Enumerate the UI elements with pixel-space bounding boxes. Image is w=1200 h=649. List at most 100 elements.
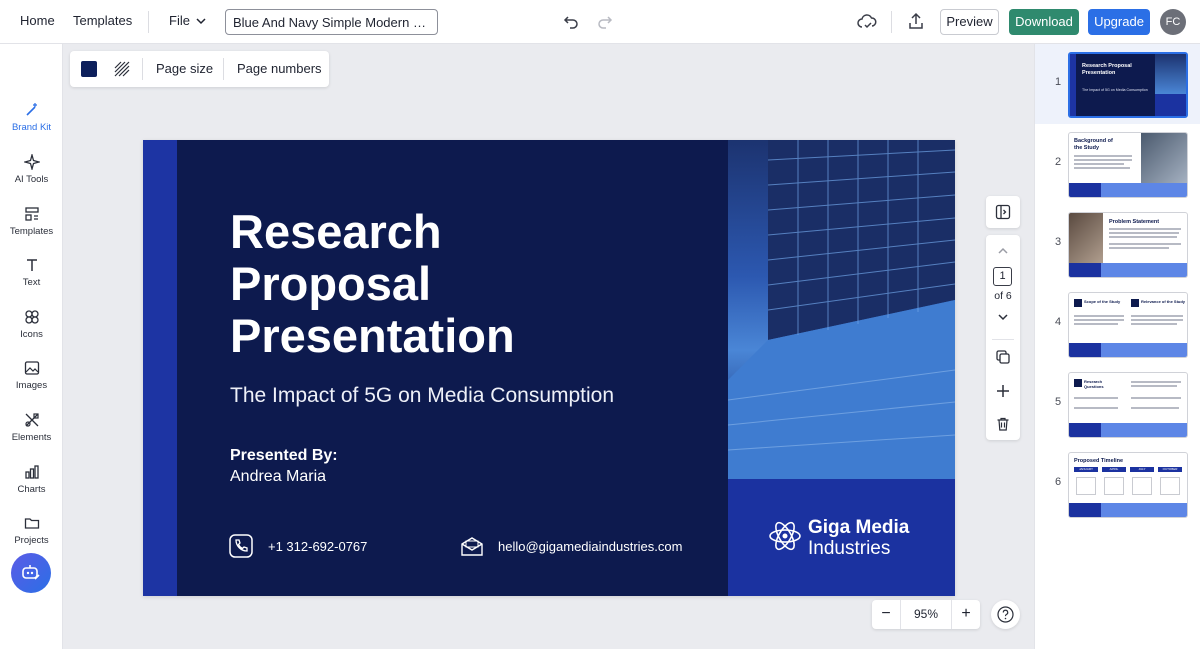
page-toolbar: Page size Page numbers [70, 51, 329, 87]
phone-number[interactable]: +1 312-692-0767 [268, 539, 367, 554]
thumb-text [1074, 163, 1124, 165]
page-thumbnail[interactable]: Research Questions [1068, 372, 1188, 438]
thumb-card [1076, 477, 1096, 495]
thumb-text [1131, 319, 1183, 321]
page-thumbnail-row[interactable]: 6 Proposed Timeline JANUARY APRIL JULY O… [1035, 444, 1200, 524]
thumb-text [1109, 232, 1179, 234]
sidebar-item-images[interactable]: Images [0, 360, 63, 404]
home-link[interactable]: Home [20, 13, 55, 28]
sidebar-item-text[interactable]: Text [0, 257, 63, 301]
sidebar-label: Templates [9, 226, 54, 237]
thumb-stripe [1070, 54, 1076, 116]
title-line: Proposal [230, 257, 432, 310]
page-size-button[interactable]: Page size [156, 61, 213, 76]
upgrade-button[interactable]: Upgrade [1088, 9, 1150, 35]
thumb-card [1132, 477, 1152, 495]
folder-icon [24, 518, 39, 529]
page-thumbnail-row[interactable]: 3 Problem Statement [1035, 204, 1200, 284]
page-numbers-button[interactable]: Page numbers [237, 61, 322, 76]
templates-link[interactable]: Templates [73, 13, 132, 28]
slide-title[interactable]: Research Proposal Presentation [230, 206, 680, 362]
preview-button[interactable]: Preview [940, 9, 999, 35]
zoom-level[interactable]: 95% [901, 600, 951, 629]
sidebar-item-elements[interactable]: Elements [0, 412, 63, 456]
panel-toggle-icon [995, 204, 1011, 220]
sidebar-label: Projects [14, 535, 49, 546]
download-button[interactable]: Download [1009, 9, 1079, 35]
page-thumbnail-row[interactable]: 2 Background of the Study [1035, 124, 1200, 204]
chevron-up-icon[interactable] [997, 246, 1009, 256]
question-icon [997, 606, 1014, 623]
pattern-icon[interactable] [114, 61, 130, 77]
page-thumbnail[interactable]: Research Proposal Presentation The Impac… [1068, 52, 1188, 118]
page-thumbnail[interactable]: Proposed Timeline JANUARY APRIL JULY OCT… [1068, 452, 1188, 518]
sidebar-item-icons[interactable]: Icons [0, 309, 63, 353]
shapes-icon [24, 310, 39, 324]
thumb-subtitle: The Impact of 5G on Media Consumption [1082, 88, 1148, 92]
thumb-title: Background of the Study [1074, 138, 1113, 151]
zoom-out-button[interactable]: − [872, 600, 901, 629]
thumb-card [1160, 477, 1180, 495]
sidebar-label: AI Tools [14, 174, 49, 185]
background-color-swatch[interactable] [81, 61, 97, 77]
divider [891, 11, 892, 33]
current-page-input[interactable]: 1 [993, 267, 1012, 286]
presented-by-label[interactable]: Presented By: [230, 447, 338, 465]
page-thumbnail-row[interactable]: 5 Research Questions [1035, 364, 1200, 444]
sidebar-item-templates[interactable]: Templates [0, 206, 63, 250]
bar-chart-icon [24, 465, 39, 479]
presenter-name[interactable]: Andrea Maria [230, 468, 326, 486]
email-address[interactable]: hello@gigamediaindustries.com [498, 539, 682, 554]
chevron-down-icon[interactable] [196, 16, 206, 26]
page-thumbnail-row[interactable]: 1 Research Proposal Presentation The Imp… [1035, 44, 1200, 124]
zoom-in-button[interactable]: + [951, 600, 980, 629]
thumb-text [1074, 167, 1130, 169]
page-thumbnail-row[interactable]: 4 Scope of the Study Relevance of the St… [1035, 284, 1200, 364]
file-menu[interactable]: File [169, 13, 190, 28]
slide-subtitle[interactable]: The Impact of 5G on Media Consumption [230, 384, 614, 408]
sidebar-item-ai-tools[interactable]: AI Tools [0, 154, 63, 198]
thumb-text [1109, 247, 1169, 249]
robot-chat-icon [22, 565, 40, 580]
sidebar-item-charts[interactable]: Charts [0, 464, 63, 508]
ai-assistant-button[interactable] [11, 553, 51, 593]
thumb-footer-logo [1069, 503, 1101, 517]
thumb-text [1131, 381, 1181, 383]
trash-icon[interactable] [996, 417, 1010, 431]
page-thumbnail[interactable]: Problem Statement [1068, 212, 1188, 278]
thumb-title: Relevance of the Study [1141, 299, 1186, 304]
page-thumbnail[interactable]: Background of the Study [1068, 132, 1188, 198]
add-page-icon[interactable] [996, 384, 1010, 398]
toggle-panel-button[interactable] [986, 196, 1020, 228]
slide-canvas[interactable]: Research Proposal Presentation The Impac… [143, 140, 955, 596]
chevron-down-icon[interactable] [997, 312, 1009, 322]
sidebar-item-brand-kit[interactable]: Brand Kit [0, 102, 63, 146]
brand-block[interactable]: Giga Media Industries [728, 479, 955, 596]
thumb-marker [1074, 379, 1082, 387]
redo-icon[interactable] [597, 14, 613, 30]
thumb-text [1109, 228, 1181, 230]
user-avatar[interactable]: FC [1160, 9, 1186, 35]
image-icon [24, 361, 39, 375]
page-thumbnail[interactable]: Scope of the Study Relevance of the Stud… [1068, 292, 1188, 358]
zoom-control: − 95% + [872, 600, 980, 629]
title-line: Research [230, 205, 442, 258]
sidebar-label: Icons [20, 329, 43, 340]
document-title-input[interactable]: Blue And Navy Simple Modern Pr... [225, 9, 438, 35]
share-icon[interactable] [907, 12, 925, 30]
sidebar-label: Brand Kit [11, 122, 52, 133]
thumb-month: APRIL [1102, 467, 1126, 472]
thumb-title: Scope of the Study [1084, 299, 1121, 304]
thumb-title: Research Proposal Presentation [1082, 63, 1132, 76]
sidebar-label: Images [15, 380, 48, 391]
building-photo[interactable] [728, 140, 955, 479]
undo-icon[interactable] [563, 14, 579, 30]
help-button[interactable] [991, 600, 1020, 629]
thumb-month: JULY [1130, 467, 1154, 472]
envelope-icon [461, 537, 483, 556]
thumb-text [1074, 315, 1124, 317]
cloud-saved-icon[interactable] [857, 13, 877, 31]
thumb-month: JANUARY [1074, 467, 1098, 472]
duplicate-icon[interactable] [996, 350, 1010, 364]
sidebar-label: Elements [11, 432, 52, 443]
